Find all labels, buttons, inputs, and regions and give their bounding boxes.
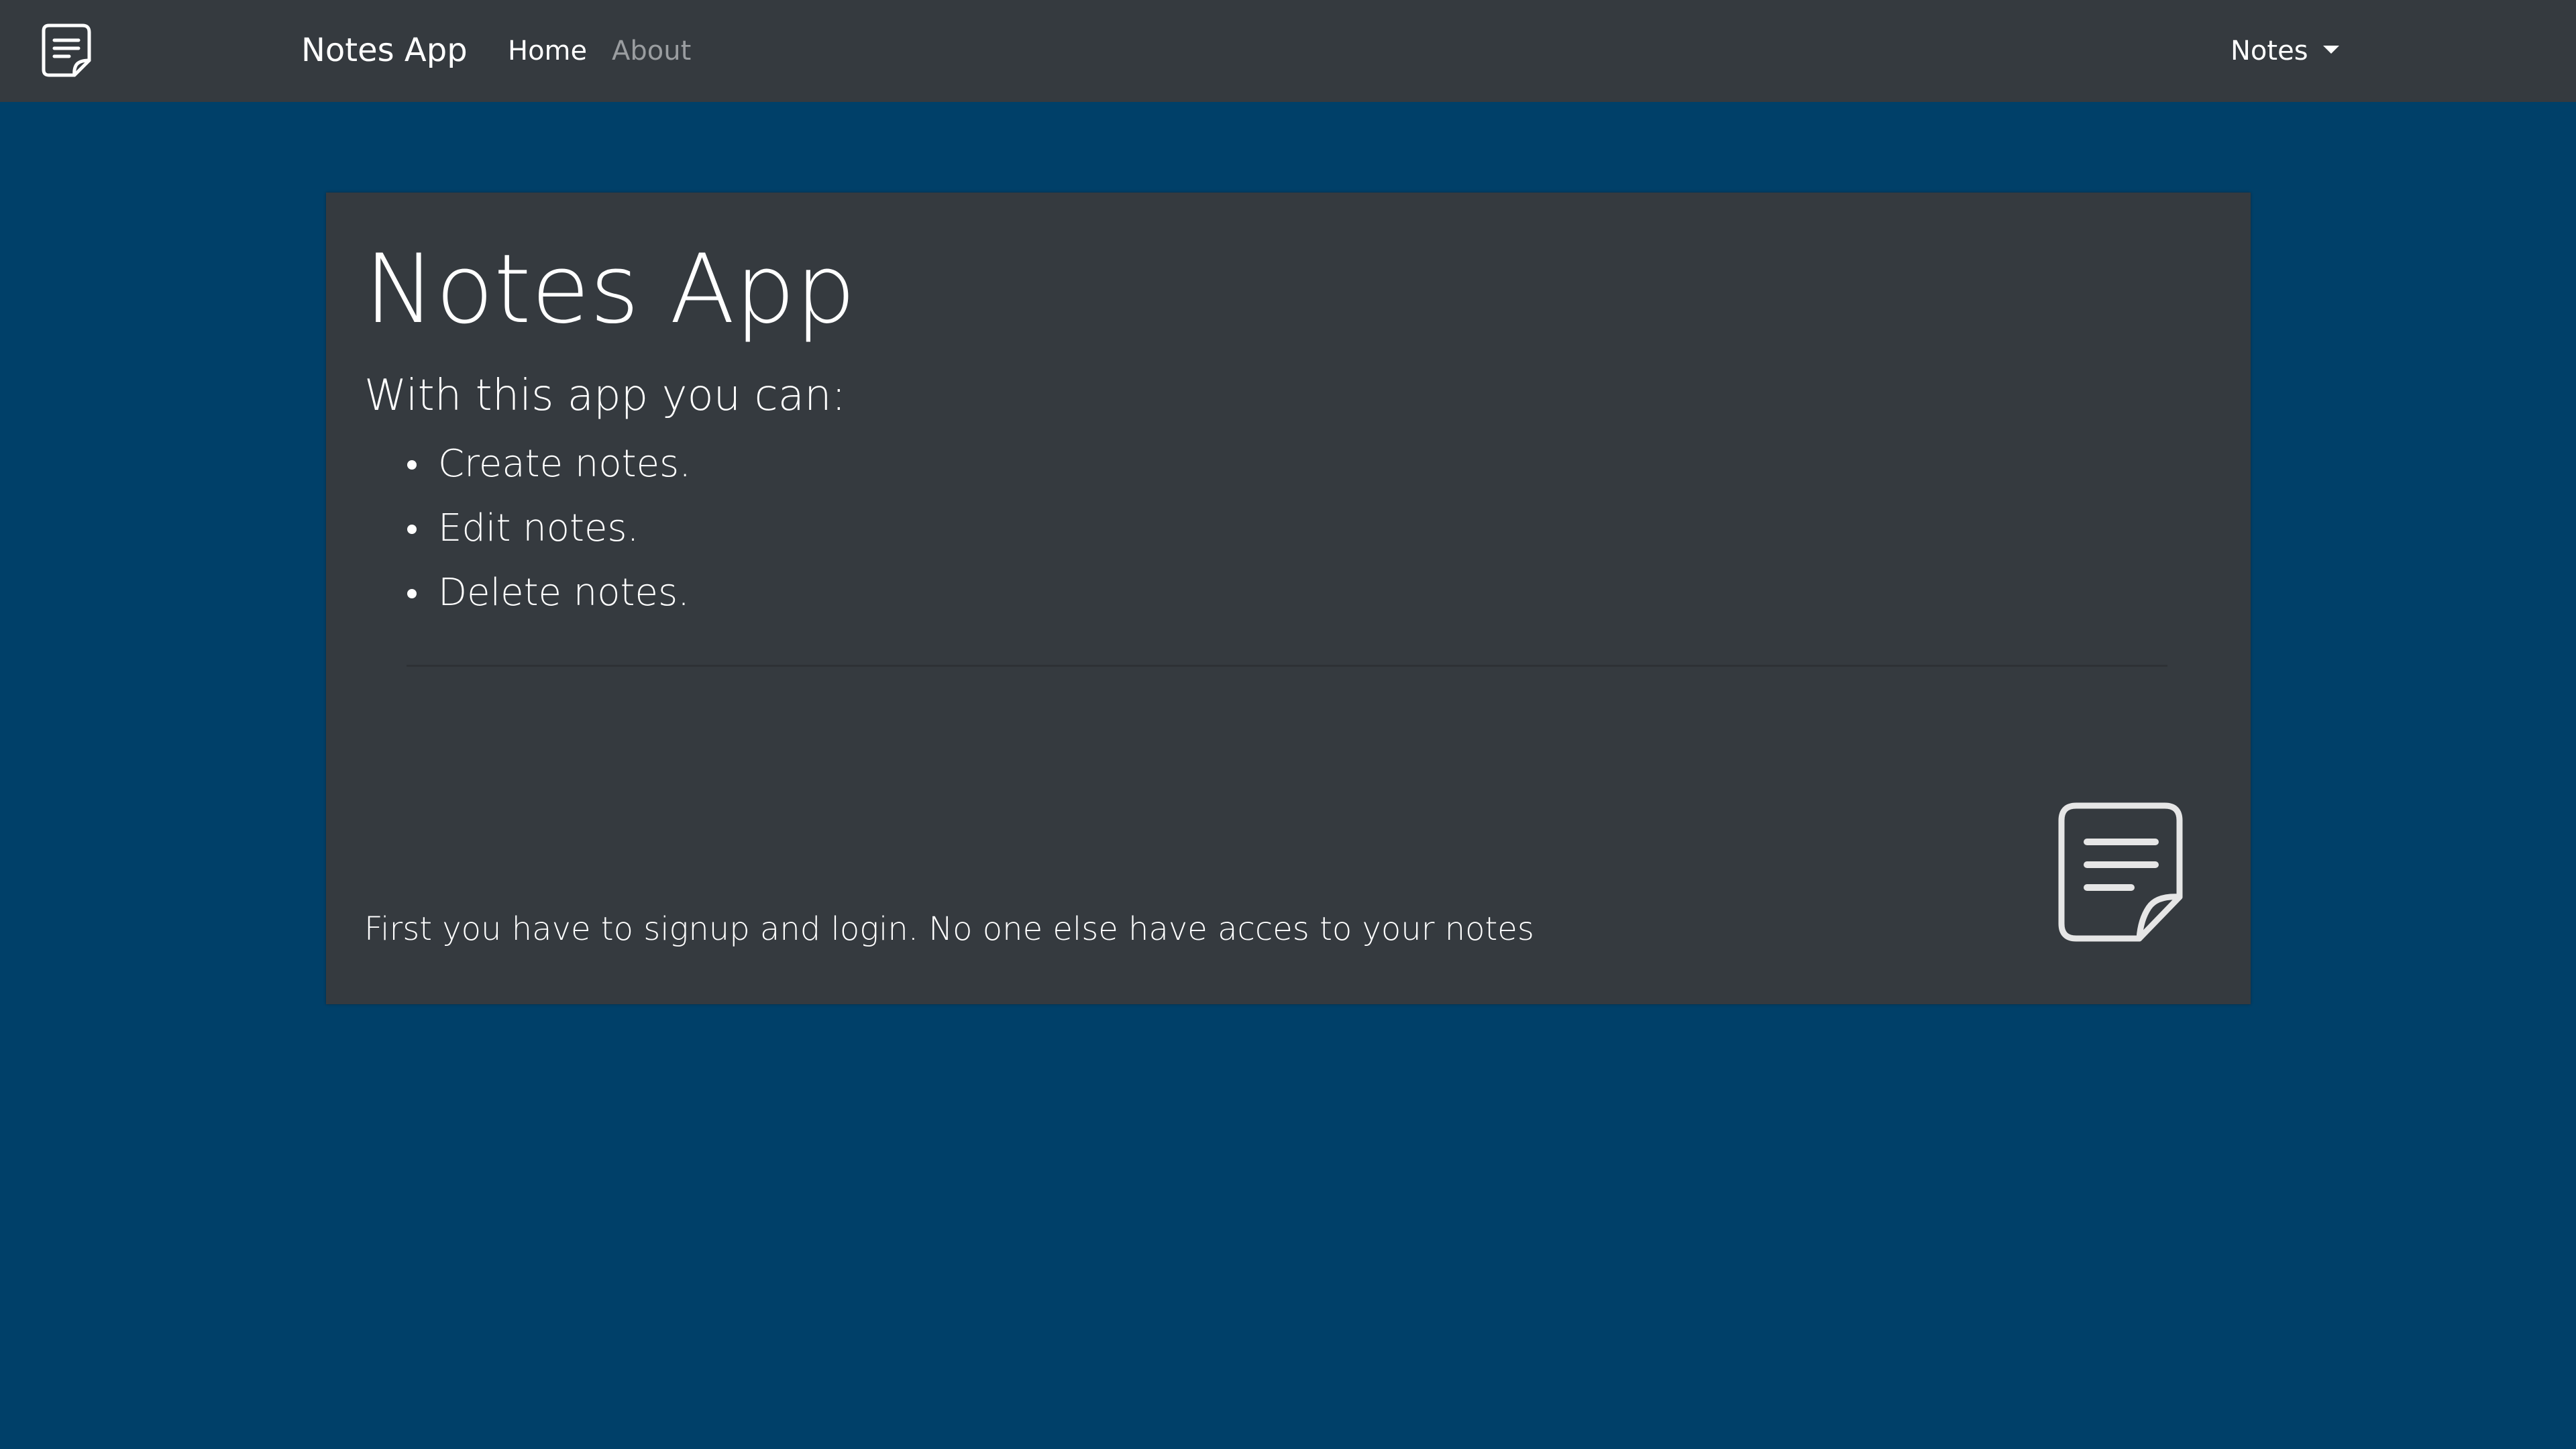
feature-item-delete: Delete notes. — [364, 561, 691, 625]
nav-link-home[interactable]: Home — [508, 34, 587, 68]
top-navbar: Notes App Home About Notes — [0, 0, 2576, 102]
note-logo-icon[interactable] — [40, 23, 93, 79]
feature-item-edit: Edit notes. — [364, 496, 691, 561]
feature-label: Delete notes. — [438, 571, 690, 614]
bullet-icon — [407, 525, 417, 534]
intro-card: Notes App With this app you can: Create … — [326, 193, 2251, 1004]
features-intro: With this app you can: — [364, 371, 847, 421]
bullet-icon — [407, 589, 417, 598]
navbar-brand[interactable]: Notes App — [301, 30, 468, 71]
feature-item-create: Create notes. — [364, 432, 691, 496]
bullet-icon — [407, 460, 417, 470]
feature-label: Edit notes. — [438, 506, 639, 550]
description-text: First you have to signup and login. No o… — [364, 910, 1534, 948]
feature-list: Create notes. Edit notes. Delete notes. — [364, 432, 691, 625]
divider — [407, 665, 2167, 667]
feature-label: Create notes. — [438, 442, 692, 486]
page-title: Notes App — [364, 234, 856, 345]
note-icon — [2056, 802, 2184, 943]
notes-dropdown-label: Notes — [2231, 36, 2308, 66]
notes-dropdown[interactable]: Notes — [2231, 34, 2339, 68]
caret-down-icon — [2322, 46, 2339, 54]
nav-link-about[interactable]: About — [612, 34, 691, 68]
